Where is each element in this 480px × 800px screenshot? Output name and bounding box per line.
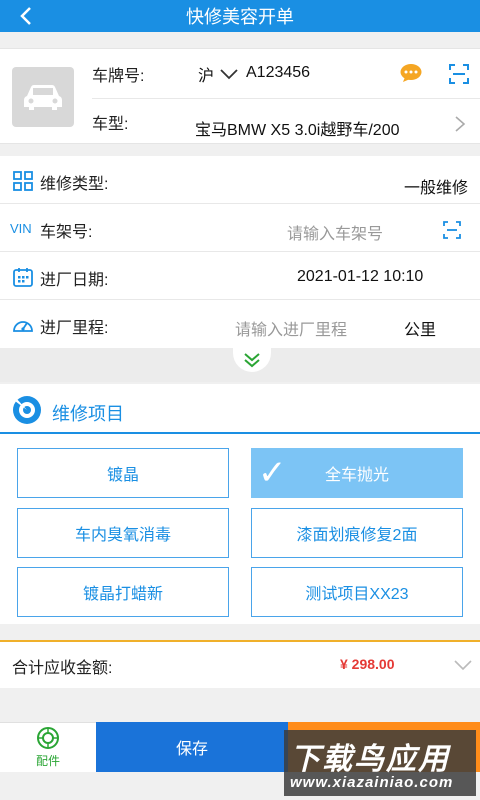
plate-row: 车牌号: 沪 A123456 bbox=[92, 49, 480, 99]
entry-date-value[interactable]: 2021-01-12 10:10 bbox=[297, 268, 423, 286]
mileage-unit: 公里 bbox=[404, 322, 437, 339]
watermark-url: www.xiazainiao.com bbox=[290, 774, 454, 791]
model-row[interactable]: 车型: 宝马BMW X5 3.0i越野车/200 bbox=[92, 99, 480, 145]
item-button[interactable]: 测试项目XX23 bbox=[251, 567, 463, 617]
vin-row: VIN 车架号: 请输入车架号 bbox=[0, 204, 480, 252]
vin-label: 车架号: bbox=[40, 224, 93, 241]
entry-date-label: 进厂日期: bbox=[40, 272, 109, 289]
repair-form: 维修类型: 一般维修 VIN 车架号: 请输入车架号 进厂日期: 2021-01… bbox=[0, 156, 480, 348]
repair-type-label: 维修类型: bbox=[40, 176, 109, 193]
service-logo-icon bbox=[12, 395, 42, 425]
save-button[interactable]: 保存 bbox=[96, 722, 288, 772]
watermark-title: 下载鸟应用 bbox=[290, 743, 450, 776]
repair-type-row[interactable]: 维修类型: 一般维修 bbox=[0, 156, 480, 204]
total-amount: ¥ 298.00 bbox=[340, 656, 395, 672]
item-button[interactable]: 车内臭氧消毒 bbox=[17, 508, 229, 558]
repair-items-section: 维修项目 镀晶 ✓ 全车抛光 车内臭氧消毒 漆面划痕修复2面 镀晶打蜡新 测试项… bbox=[0, 384, 480, 624]
repair-type-select[interactable]: 一般维修 bbox=[404, 174, 468, 198]
car-icon bbox=[24, 85, 62, 110]
vin-input[interactable]: 请输入车架号 bbox=[287, 220, 383, 244]
entry-date-row[interactable]: 进厂日期: 2021-01-12 10:10 bbox=[0, 252, 480, 300]
plate-number-input[interactable]: A123456 bbox=[246, 64, 310, 82]
app-header: 快修美容开单 bbox=[0, 0, 480, 32]
mileage-label: 进厂里程: bbox=[40, 320, 109, 337]
vehicle-card: 车牌号: 沪 A123456 车型: 宝马BMW X5 3.0i越野车/200 bbox=[0, 48, 480, 144]
mileage-row: 进厂里程: 请输入进厂里程 公里 bbox=[0, 300, 480, 348]
item-button[interactable]: 漆面划痕修复2面 bbox=[251, 508, 463, 558]
tire-icon bbox=[37, 727, 59, 749]
parts-tab[interactable]: 配件 bbox=[0, 722, 96, 772]
mileage-input[interactable]: 请输入进厂里程 bbox=[235, 316, 347, 340]
scan-icon[interactable] bbox=[442, 220, 462, 240]
chevron-right-icon[interactable] bbox=[454, 115, 466, 133]
car-photo[interactable] bbox=[12, 67, 74, 127]
scan-icon[interactable] bbox=[448, 63, 470, 85]
calendar-icon bbox=[12, 266, 34, 288]
model-value: 宝马BMW X5 3.0i越野车/200 bbox=[195, 122, 400, 139]
gauge-icon bbox=[12, 314, 34, 336]
parts-tab-label: 配件 bbox=[35, 754, 60, 768]
vin-icon: VIN bbox=[10, 221, 32, 236]
chevron-down-icon[interactable] bbox=[452, 654, 474, 676]
repair-items-header: 维修项目 bbox=[0, 384, 480, 434]
item-button-selected[interactable]: ✓ 全车抛光 bbox=[251, 448, 463, 498]
total-row[interactable]: 合计应收金额: ¥ 298.00 bbox=[0, 640, 480, 688]
chat-icon[interactable] bbox=[400, 63, 422, 83]
total-label: 合计应收金额: bbox=[12, 660, 113, 677]
page-title: 快修美容开单 bbox=[186, 7, 294, 27]
item-button[interactable]: 镀晶 bbox=[17, 448, 229, 498]
plate-label: 车牌号: bbox=[92, 68, 145, 85]
back-icon[interactable] bbox=[14, 4, 38, 28]
item-button[interactable]: 镀晶打蜡新 bbox=[17, 567, 229, 617]
grid-icon bbox=[12, 170, 34, 192]
model-label: 车型: bbox=[92, 116, 129, 133]
check-icon: ✓ bbox=[258, 453, 287, 493]
watermark-logo: 下载鸟应用 www.xiazainiao.com bbox=[284, 730, 476, 796]
plate-prefix-select[interactable]: 沪 bbox=[198, 62, 214, 86]
repair-items-title: 维修项目 bbox=[52, 404, 124, 424]
chevron-down-icon[interactable] bbox=[220, 67, 238, 80]
